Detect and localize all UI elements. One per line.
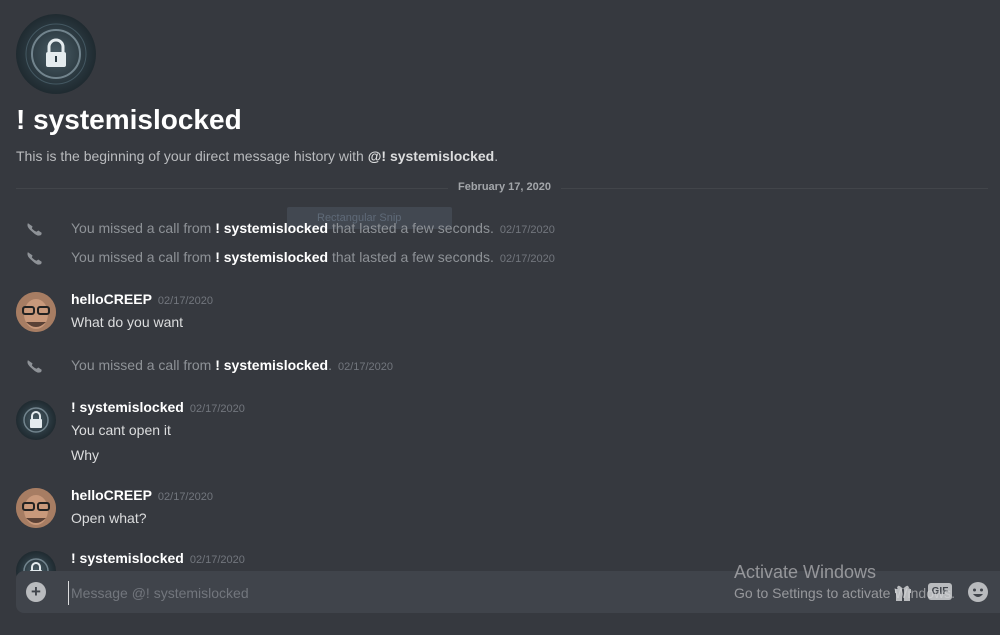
gif-button[interactable]: GIF [928, 583, 952, 600]
call-timestamp: 02/17/2020 [337, 361, 394, 373]
message-timestamp: 02/17/2020 [157, 295, 213, 307]
author-name[interactable]: ! systemislocked [71, 550, 184, 566]
phone-missed-icon [26, 219, 44, 244]
avatar[interactable] [16, 400, 56, 440]
gift-icon[interactable] [893, 582, 913, 607]
smiley-icon[interactable] [967, 581, 989, 608]
author-name[interactable]: helloCREEP [71, 291, 152, 307]
call-text: You missed a call from ! systemislocked.… [71, 357, 393, 373]
intro-suffix: . [494, 148, 499, 164]
call-prefix: You missed a call from [71, 357, 216, 373]
call-text: You missed a call from ! systemislocked … [71, 220, 555, 236]
phone-missed-icon [26, 356, 44, 381]
user-face-avatar-image [16, 488, 56, 528]
message-author: ! systemislocked 02/17/2020 [71, 399, 245, 415]
call-user[interactable]: ! systemislocked [215, 220, 328, 236]
intro-mention[interactable]: @! systemislocked [368, 148, 495, 164]
message-input[interactable] [68, 581, 693, 605]
message-timestamp: 02/17/2020 [189, 403, 245, 415]
intro-text: This is the beginning of your direct mes… [16, 148, 368, 164]
call-suffix: that lasted a few seconds. [328, 220, 494, 236]
call-timestamp: 02/17/2020 [499, 253, 555, 265]
lock-icon [25, 23, 87, 85]
call-event: You missed a call from ! systemislocked … [0, 217, 990, 241]
date-divider-label: February 17, 2020 [448, 181, 561, 193]
avatar[interactable] [16, 292, 56, 332]
message-author: helloCREEP 02/17/2020 [71, 291, 213, 307]
call-suffix: . [328, 357, 332, 373]
dm-avatar [16, 14, 96, 94]
lock-icon [23, 407, 49, 433]
plus-circle-icon[interactable]: + [26, 582, 46, 602]
author-name[interactable]: ! systemislocked [71, 399, 184, 415]
call-user[interactable]: ! systemislocked [215, 249, 328, 265]
message-timestamp: 02/17/2020 [189, 554, 245, 566]
message-text: What do you want [71, 314, 184, 330]
call-suffix: that lasted a few seconds. [328, 249, 494, 265]
message-composer: + GIF [16, 571, 1000, 613]
avatar[interactable] [16, 488, 56, 528]
message-text: Why [71, 447, 99, 463]
phone-missed-icon [26, 248, 44, 273]
message-author: ! systemislocked 02/17/2020 [71, 550, 245, 566]
message-timestamp: 02/17/2020 [157, 491, 213, 503]
author-name[interactable]: helloCREEP [71, 487, 152, 503]
message-author: helloCREEP 02/17/2020 [71, 487, 213, 503]
call-text: You missed a call from ! systemislocked … [71, 249, 555, 265]
dm-header: ! systemislocked This is the beginning o… [16, 14, 986, 164]
call-timestamp: 02/17/2020 [499, 224, 555, 236]
page-title: ! systemislocked [16, 104, 242, 135]
call-prefix: You missed a call from [71, 220, 216, 236]
user-face-avatar-image [16, 292, 56, 332]
message-text: Open what? [71, 510, 147, 526]
call-event: You missed a call from ! systemislocked.… [0, 354, 990, 378]
message-text: You cant open it [71, 422, 171, 438]
call-user[interactable]: ! systemislocked [215, 357, 328, 373]
call-event: You missed a call from ! systemislocked … [0, 246, 990, 270]
call-prefix: You missed a call from [71, 249, 216, 265]
dm-intro: This is the beginning of your direct mes… [16, 148, 498, 164]
